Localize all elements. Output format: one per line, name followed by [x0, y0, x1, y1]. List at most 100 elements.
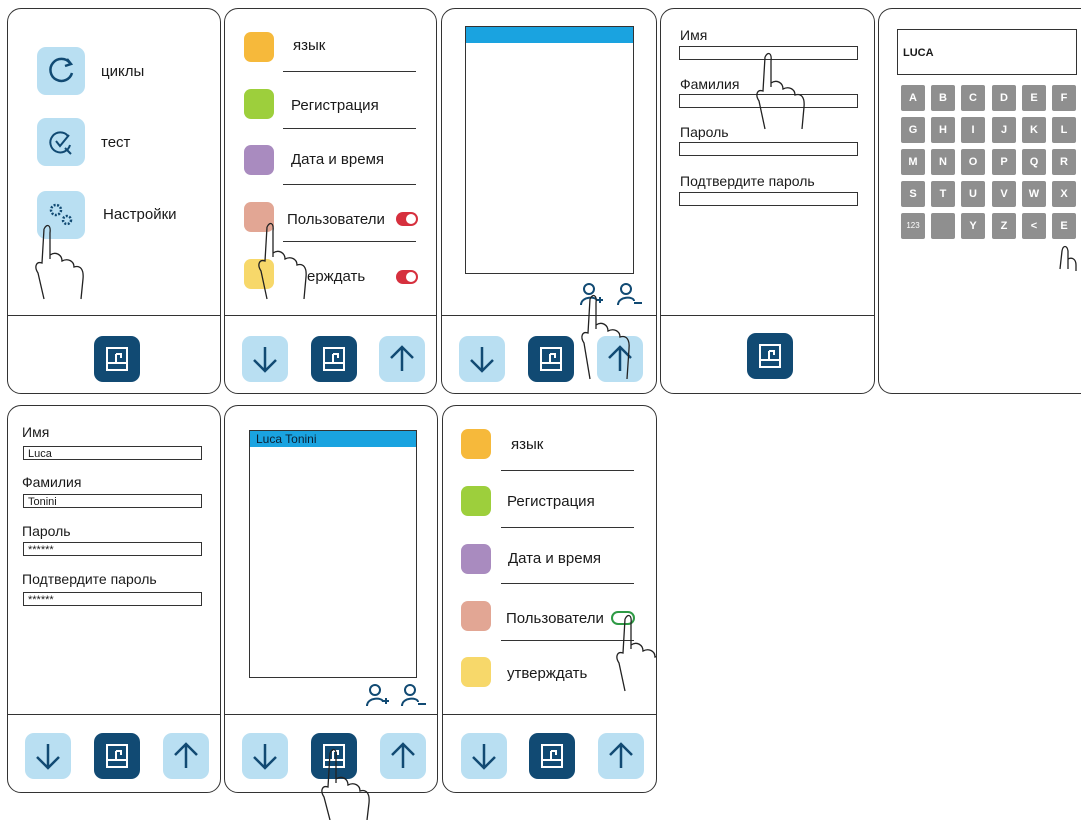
- key[interactable]: I: [961, 117, 985, 143]
- home-button[interactable]: [529, 733, 575, 779]
- user-list[interactable]: [465, 26, 634, 274]
- key[interactable]: 123: [901, 213, 925, 239]
- surname-field[interactable]: [679, 94, 858, 108]
- key[interactable]: Z: [992, 213, 1016, 239]
- screen-user-list-empty: [441, 8, 657, 394]
- down-button[interactable]: [461, 733, 507, 779]
- up-button[interactable]: [379, 336, 425, 382]
- users-icon[interactable]: [461, 601, 491, 631]
- key[interactable]: D: [992, 85, 1016, 111]
- password-field[interactable]: ******: [23, 542, 202, 556]
- key[interactable]: T: [931, 181, 955, 207]
- up-button[interactable]: [597, 336, 643, 382]
- registration-label[interactable]: Регистрация: [291, 97, 379, 114]
- surname-field[interactable]: Tonini: [23, 494, 202, 508]
- users-label[interactable]: Пользователи: [287, 211, 385, 228]
- test-tile[interactable]: [37, 118, 85, 166]
- separator: [501, 583, 634, 584]
- clock-icon[interactable]: [244, 145, 274, 175]
- key[interactable]: L: [1052, 117, 1076, 143]
- home-button[interactable]: [311, 733, 357, 779]
- user-list[interactable]: Luca Tonini: [249, 430, 417, 678]
- key[interactable]: B: [931, 85, 955, 111]
- settings-tile[interactable]: [37, 191, 85, 239]
- key[interactable]: <: [1022, 213, 1046, 239]
- password-field[interactable]: [679, 142, 858, 156]
- key[interactable]: V: [992, 181, 1016, 207]
- key[interactable]: U: [961, 181, 985, 207]
- down-button[interactable]: [242, 733, 288, 779]
- up-button[interactable]: [380, 733, 426, 779]
- users-toggle[interactable]: [396, 212, 418, 226]
- language-icon[interactable]: [244, 32, 274, 62]
- footer-divider: [661, 315, 874, 316]
- add-user-icon[interactable]: [364, 682, 390, 708]
- add-user-icon[interactable]: [578, 281, 604, 307]
- users-toggle-on[interactable]: [611, 611, 635, 625]
- footer-divider: [8, 315, 220, 316]
- confirm-password-field[interactable]: [679, 192, 858, 206]
- remove-user-icon[interactable]: [399, 682, 427, 708]
- remove-user-icon[interactable]: [615, 281, 643, 307]
- home-button[interactable]: [747, 333, 793, 379]
- key-blank[interactable]: [931, 213, 955, 239]
- down-button[interactable]: [25, 733, 71, 779]
- approve-toggle[interactable]: [396, 270, 418, 284]
- home-button[interactable]: [94, 733, 140, 779]
- key[interactable]: X: [1052, 181, 1076, 207]
- key[interactable]: C: [961, 85, 985, 111]
- approve-label-partial[interactable]: ерждать: [307, 268, 365, 285]
- approve-icon[interactable]: [461, 657, 491, 687]
- gears-icon: [49, 203, 73, 226]
- key[interactable]: W: [1022, 181, 1046, 207]
- language-label[interactable]: язык: [511, 436, 543, 453]
- key[interactable]: A: [901, 85, 925, 111]
- registration-label[interactable]: Регистрация: [507, 493, 595, 510]
- key[interactable]: Q: [1022, 149, 1046, 175]
- home-button[interactable]: [528, 336, 574, 382]
- home-button[interactable]: [311, 336, 357, 382]
- test-icon: [49, 131, 72, 155]
- home-icon: [106, 744, 128, 768]
- users-icon[interactable]: [244, 202, 274, 232]
- key[interactable]: J: [992, 117, 1016, 143]
- arrow-down-icon: [253, 744, 277, 770]
- key[interactable]: M: [901, 149, 925, 175]
- key[interactable]: R: [1052, 149, 1076, 175]
- approve-label[interactable]: утверждать: [507, 665, 587, 682]
- home-button[interactable]: [94, 336, 140, 382]
- user-add-icon[interactable]: [461, 486, 491, 516]
- key[interactable]: H: [931, 117, 955, 143]
- refresh-icon: [49, 57, 74, 83]
- user-list-item[interactable]: Luca Tonini: [250, 431, 416, 447]
- key[interactable]: G: [901, 117, 925, 143]
- key[interactable]: E: [1022, 85, 1046, 111]
- datetime-label[interactable]: Дата и время: [291, 151, 384, 168]
- clock-icon[interactable]: [461, 544, 491, 574]
- down-button[interactable]: [242, 336, 288, 382]
- key[interactable]: Y: [961, 213, 985, 239]
- confirm-password-field[interactable]: ******: [23, 592, 202, 606]
- up-button[interactable]: [598, 733, 644, 779]
- name-field[interactable]: Luca: [23, 446, 202, 460]
- users-label[interactable]: Пользователи: [506, 610, 604, 627]
- datetime-label[interactable]: Дата и время: [508, 550, 601, 567]
- key[interactable]: K: [1022, 117, 1046, 143]
- home-icon: [323, 744, 345, 768]
- key[interactable]: N: [931, 149, 955, 175]
- name-field[interactable]: [679, 46, 858, 60]
- screen-user-list: Luca Tonini: [224, 405, 438, 793]
- key[interactable]: F: [1052, 85, 1076, 111]
- key-enter[interactable]: E: [1052, 213, 1076, 239]
- key[interactable]: O: [961, 149, 985, 175]
- key[interactable]: P: [992, 149, 1016, 175]
- user-add-icon[interactable]: [244, 89, 274, 119]
- up-button[interactable]: [163, 733, 209, 779]
- cycles-tile[interactable]: [37, 47, 85, 95]
- down-button[interactable]: [459, 336, 505, 382]
- language-icon[interactable]: [461, 429, 491, 459]
- key[interactable]: S: [901, 181, 925, 207]
- approve-icon[interactable]: [244, 259, 274, 289]
- separator: [283, 128, 416, 129]
- language-label[interactable]: язык: [293, 37, 325, 54]
